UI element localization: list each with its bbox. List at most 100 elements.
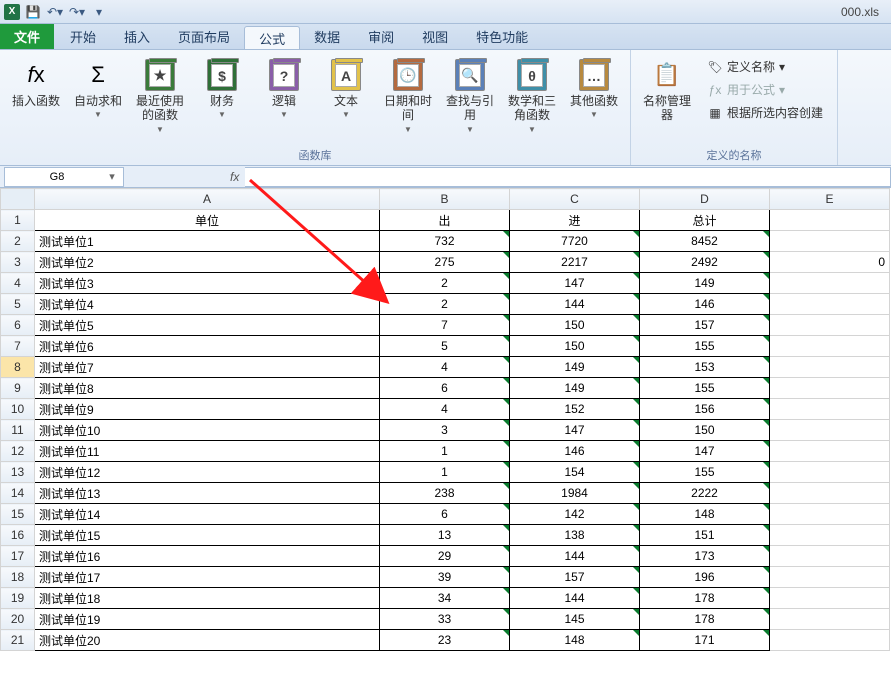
col-header-D[interactable]: D (640, 189, 770, 210)
row-header-4[interactable]: 4 (1, 273, 35, 294)
cell[interactable]: 148 (510, 630, 640, 651)
cell[interactable]: 2492 (640, 252, 770, 273)
col-header-B[interactable]: B (380, 189, 510, 210)
cell[interactable]: 144 (510, 294, 640, 315)
tab-review[interactable]: 审阅 (354, 24, 408, 49)
row-header-16[interactable]: 16 (1, 525, 35, 546)
cell[interactable]: 178 (640, 588, 770, 609)
undo-icon[interactable]: ↶▾ (46, 3, 64, 21)
cell[interactable]: 测试单位16 (35, 546, 380, 567)
cell[interactable] (770, 483, 890, 504)
cell[interactable]: 测试单位8 (35, 378, 380, 399)
cell[interactable]: 145 (510, 609, 640, 630)
cell[interactable]: 测试单位1 (35, 231, 380, 252)
cell[interactable]: 进 (510, 210, 640, 231)
cell[interactable]: 156 (640, 399, 770, 420)
logical-button[interactable]: ? 逻辑 ▼ (254, 54, 314, 123)
define-name-button[interactable]: 🏷定义名称 ▾ (703, 56, 827, 77)
cell[interactable]: 单位 (35, 210, 380, 231)
col-header-E[interactable]: E (770, 189, 890, 210)
col-header-C[interactable]: C (510, 189, 640, 210)
row-header-10[interactable]: 10 (1, 399, 35, 420)
cell[interactable]: 总计 (640, 210, 770, 231)
row-header-13[interactable]: 13 (1, 462, 35, 483)
row-header-11[interactable]: 11 (1, 420, 35, 441)
cell[interactable]: 0 (770, 252, 890, 273)
row-header-1[interactable]: 1 (1, 210, 35, 231)
cell[interactable]: 测试单位3 (35, 273, 380, 294)
text-button[interactable]: A 文本 ▼ (316, 54, 376, 123)
row-header-6[interactable]: 6 (1, 315, 35, 336)
math-button[interactable]: θ 数学和三角函数 ▼ (502, 54, 562, 138)
row-header-2[interactable]: 2 (1, 231, 35, 252)
recent-functions-button[interactable]: ★ 最近使用的函数 ▼ (130, 54, 190, 138)
cell[interactable] (770, 525, 890, 546)
financial-button[interactable]: $ 财务 ▼ (192, 54, 252, 123)
cell[interactable] (770, 420, 890, 441)
cell[interactable]: 5 (380, 336, 510, 357)
fx-icon[interactable]: fx (224, 170, 245, 184)
cell[interactable]: 150 (510, 336, 640, 357)
cell[interactable] (770, 357, 890, 378)
row-header-12[interactable]: 12 (1, 441, 35, 462)
cell[interactable]: 测试单位12 (35, 462, 380, 483)
cell[interactable]: 29 (380, 546, 510, 567)
row-header-17[interactable]: 17 (1, 546, 35, 567)
row-header-15[interactable]: 15 (1, 504, 35, 525)
redo-icon[interactable]: ↷▾ (68, 3, 86, 21)
cell[interactable]: 238 (380, 483, 510, 504)
cell[interactable]: 155 (640, 336, 770, 357)
cell[interactable]: 157 (640, 315, 770, 336)
cell[interactable]: 测试单位17 (35, 567, 380, 588)
cell[interactable]: 测试单位20 (35, 630, 380, 651)
row-header-9[interactable]: 9 (1, 378, 35, 399)
cell[interactable]: 测试单位5 (35, 315, 380, 336)
cell[interactable] (770, 546, 890, 567)
cell[interactable]: 2222 (640, 483, 770, 504)
cell[interactable]: 146 (640, 294, 770, 315)
cell[interactable] (770, 378, 890, 399)
cell[interactable]: 151 (640, 525, 770, 546)
cell[interactable]: 150 (640, 420, 770, 441)
cell[interactable]: 测试单位6 (35, 336, 380, 357)
cell[interactable]: 4 (380, 357, 510, 378)
row-header-20[interactable]: 20 (1, 609, 35, 630)
cell[interactable] (770, 609, 890, 630)
save-icon[interactable]: 💾 (24, 3, 42, 21)
cell[interactable] (770, 462, 890, 483)
cell[interactable]: 1 (380, 441, 510, 462)
cell[interactable]: 6 (380, 378, 510, 399)
cell[interactable] (770, 336, 890, 357)
cell[interactable]: 2 (380, 273, 510, 294)
cell[interactable]: 1984 (510, 483, 640, 504)
name-manager-button[interactable]: 📋 名称管理器 (637, 54, 697, 127)
cell[interactable] (770, 231, 890, 252)
cell[interactable] (770, 441, 890, 462)
insert-function-button[interactable]: fx 插入函数 (6, 54, 66, 112)
cell[interactable]: 8452 (640, 231, 770, 252)
row-header-19[interactable]: 19 (1, 588, 35, 609)
cell[interactable]: 测试单位2 (35, 252, 380, 273)
cell[interactable]: 138 (510, 525, 640, 546)
formula-input[interactable] (245, 167, 891, 187)
lookup-button[interactable]: 🔍 查找与引用 ▼ (440, 54, 500, 138)
col-header-A[interactable]: A (35, 189, 380, 210)
row-header-3[interactable]: 3 (1, 252, 35, 273)
row-header-8[interactable]: 8 (1, 357, 35, 378)
cell[interactable] (770, 273, 890, 294)
cell[interactable]: 152 (510, 399, 640, 420)
cell[interactable]: 149 (640, 273, 770, 294)
cell[interactable] (770, 294, 890, 315)
tab-home[interactable]: 开始 (56, 24, 110, 49)
row-header-5[interactable]: 5 (1, 294, 35, 315)
cell[interactable]: 6 (380, 504, 510, 525)
cell[interactable] (770, 630, 890, 651)
cell[interactable]: 测试单位10 (35, 420, 380, 441)
cell[interactable]: 150 (510, 315, 640, 336)
tab-extras[interactable]: 特色功能 (462, 24, 542, 49)
more-functions-button[interactable]: … 其他函数 ▼ (564, 54, 624, 123)
row-header-18[interactable]: 18 (1, 567, 35, 588)
select-all-corner[interactable] (1, 189, 35, 210)
cell[interactable]: 149 (510, 378, 640, 399)
cell[interactable]: 39 (380, 567, 510, 588)
